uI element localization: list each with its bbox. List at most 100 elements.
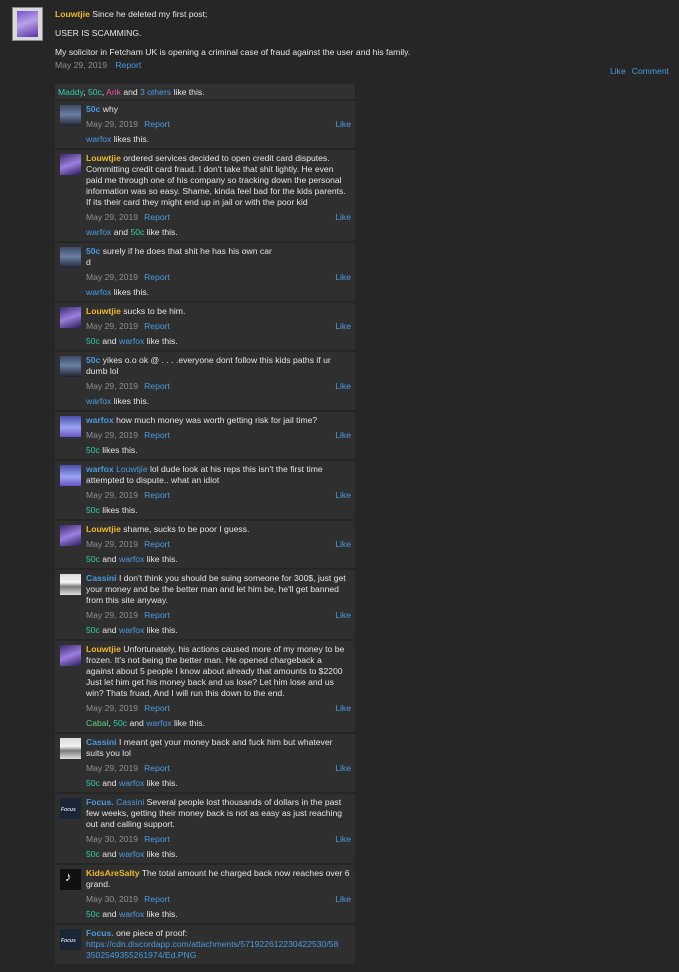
comment-author[interactable]: Louwtjie <box>86 153 121 163</box>
liker-link[interactable]: warfox <box>119 778 144 788</box>
post-report-link[interactable]: Report <box>115 60 141 70</box>
author-avatar[interactable] <box>12 7 43 41</box>
liker-link[interactable]: warfox <box>86 396 111 406</box>
comment-meta: May 29, 2019 Report Like <box>86 381 351 392</box>
comment-text: paid me through one of his company so tr… <box>86 175 342 185</box>
comment-report-link[interactable]: Report <box>144 834 170 844</box>
liker-link[interactable]: 50c <box>86 849 100 859</box>
commenter-avatar[interactable] <box>60 307 81 328</box>
liker-link[interactable]: 50c <box>86 445 100 455</box>
comment-author[interactable]: Cassini <box>86 573 117 583</box>
comment-report-link[interactable]: Report <box>144 381 170 391</box>
liker-link[interactable]: warfox <box>86 227 111 237</box>
comment-author[interactable]: Cassini <box>86 737 117 747</box>
liker-link[interactable]: 50c <box>86 554 100 564</box>
comment-like-link[interactable]: Like <box>335 321 351 332</box>
comment-like-link[interactable]: Like <box>335 834 351 845</box>
comment-author[interactable]: KidsAreSalty <box>86 868 140 878</box>
liker-link[interactable]: warfox <box>119 554 144 564</box>
comment-report-link[interactable]: Report <box>144 212 170 222</box>
comment-author[interactable]: Louwtjie <box>86 524 121 534</box>
comment-report-link[interactable]: Report <box>144 539 170 549</box>
commenter-avatar[interactable]: ♪ <box>60 869 81 890</box>
comment-report-link[interactable]: Report <box>144 894 170 904</box>
liker-link[interactable]: warfox <box>146 718 171 728</box>
comment-report-link[interactable]: Report <box>144 763 170 773</box>
liker-link[interactable]: 50c <box>86 505 100 515</box>
comment-like-link[interactable]: Like <box>335 610 351 621</box>
proof-link[interactable]: https://cdn.discordapp.com/attachments/5… <box>86 939 351 950</box>
comment-mention[interactable]: Louwtjie <box>116 464 148 474</box>
comment-author[interactable]: 50c <box>86 246 100 256</box>
liker-link[interactable]: Arik <box>106 87 121 97</box>
commenter-avatar[interactable] <box>60 525 81 546</box>
liker-link[interactable]: 50c <box>86 336 100 346</box>
comment-author[interactable]: Focus. <box>86 797 114 807</box>
comment-report-link[interactable]: Report <box>144 610 170 620</box>
comment-like-link[interactable]: Like <box>335 212 351 223</box>
comment-author[interactable]: warfox <box>86 464 114 474</box>
comment-report-link[interactable]: Report <box>144 321 170 331</box>
commenter-avatar[interactable] <box>60 574 81 595</box>
comment-report-link[interactable]: Report <box>144 272 170 282</box>
comment-like-link[interactable]: Like <box>335 381 351 392</box>
comment-report-link[interactable]: Report <box>144 430 170 440</box>
comment-item: 50c why May 29, 2019 Report Like warfox like… <box>55 101 355 148</box>
comment-report-link[interactable]: Report <box>144 490 170 500</box>
comment-like-link[interactable]: Like <box>335 894 351 905</box>
liker-link[interactable]: 50c <box>86 778 100 788</box>
likes-tail: like this. <box>146 778 178 788</box>
liker-link[interactable]: 50c <box>88 87 102 97</box>
commenter-avatar[interactable] <box>60 416 81 437</box>
comment-author[interactable]: warfox <box>86 415 114 425</box>
commenter-avatar[interactable] <box>60 465 81 486</box>
commenter-avatar[interactable] <box>60 105 81 126</box>
post-like-link[interactable]: Like <box>610 66 626 76</box>
liker-link[interactable]: warfox <box>119 909 144 919</box>
comment-like-link[interactable]: Like <box>335 763 351 774</box>
comment-like-link[interactable]: Like <box>335 272 351 283</box>
liker-link[interactable]: 50c <box>86 625 100 635</box>
comment-date: May 29, 2019 <box>86 272 139 282</box>
comment-like-link[interactable]: Like <box>335 703 351 714</box>
comment-mention[interactable]: Cassini <box>116 797 144 807</box>
proof-link[interactable]: 3502549355261974/Ed.PNG <box>86 950 351 961</box>
liker-link[interactable]: warfox <box>119 849 144 859</box>
commenter-avatar[interactable] <box>60 154 81 175</box>
comment-like-link[interactable]: Like <box>335 119 351 130</box>
comment-author[interactable]: 50c <box>86 104 100 114</box>
likes-and: and <box>102 554 117 564</box>
comment-meta: May 29, 2019 Report Like <box>86 490 351 501</box>
commenter-avatar[interactable] <box>60 247 81 268</box>
liker-link[interactable]: warfox <box>119 336 144 346</box>
comment-like-link[interactable]: Like <box>335 490 351 501</box>
liker-link[interactable]: warfox <box>119 625 144 635</box>
liker-link[interactable]: Maddy <box>58 87 83 97</box>
comment-author[interactable]: Louwtjie <box>86 644 121 654</box>
comment-like-link[interactable]: Like <box>335 539 351 550</box>
liker-link[interactable]: warfox <box>86 134 111 144</box>
comment-author[interactable]: 50c <box>86 355 100 365</box>
post-author[interactable]: Louwtjie <box>55 9 90 19</box>
comment-author[interactable]: Louwtjie <box>86 306 121 316</box>
commenter-avatar[interactable] <box>60 645 81 666</box>
liker-link[interactable]: 50c <box>130 227 144 237</box>
commenter-avatar[interactable] <box>60 356 81 377</box>
liker-link[interactable]: 50c <box>113 718 127 728</box>
commenter-avatar[interactable] <box>60 738 81 759</box>
comment-report-link[interactable]: Report <box>144 703 170 713</box>
liker-link[interactable]: 50c <box>86 909 100 919</box>
comment-author[interactable]: Focus. <box>86 928 114 938</box>
comment-report-link[interactable]: Report <box>144 119 170 129</box>
likes-others-link[interactable]: 3 others <box>140 87 171 97</box>
liker-link[interactable]: warfox <box>86 287 111 297</box>
comment-like-link[interactable]: Like <box>335 430 351 441</box>
comment-text: win? Thats fruad, And I will run this do… <box>86 688 285 698</box>
liker-link[interactable]: Cabal <box>86 718 108 728</box>
comment-item: Cassini I meant get your money back and … <box>55 734 355 792</box>
commenter-avatar[interactable]: Focus <box>60 798 81 819</box>
post-comment-link[interactable]: Comment <box>632 66 669 76</box>
commenter-avatar[interactable]: Focus <box>60 929 81 950</box>
comment-text: lol dude look at his reps this isn't the… <box>150 464 323 474</box>
likes-tail: likes this. <box>102 505 138 515</box>
